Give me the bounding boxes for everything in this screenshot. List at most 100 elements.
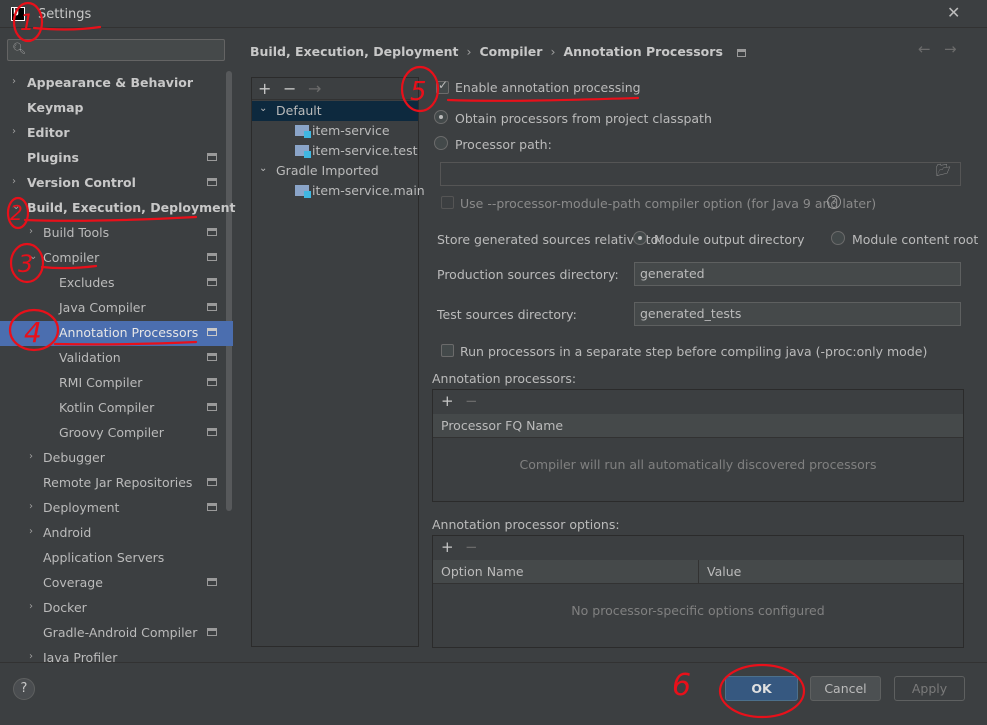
remove-option-button[interactable]: − xyxy=(465,538,478,556)
sidebar-item-docker[interactable]: Docker xyxy=(43,597,87,619)
apply-button[interactable]: Apply xyxy=(894,676,965,701)
chevron-right-icon[interactable]: › xyxy=(29,501,33,512)
add-option-button[interactable]: + xyxy=(441,538,454,556)
processor-path-field[interactable] xyxy=(440,162,961,186)
breadcrumb: Build, Execution, Deployment › Compiler › An… xyxy=(250,44,746,59)
options-empty-message: No processor-specific options configured xyxy=(571,603,825,618)
back-arrow-icon[interactable]: ← xyxy=(918,40,931,58)
sidebar-item-excludes[interactable]: Excludes xyxy=(59,272,114,294)
sidebar-item-deployment[interactable]: Deployment xyxy=(43,497,119,519)
sidebar-item-coverage[interactable]: Coverage xyxy=(43,572,103,594)
help-icon[interactable]: ? xyxy=(827,195,841,209)
chevron-right-icon[interactable]: › xyxy=(29,651,33,662)
chevron-right-icon[interactable]: › xyxy=(12,176,16,187)
project-config-icon xyxy=(207,428,217,436)
sidebar-item-java-compiler[interactable]: Java Compiler xyxy=(59,297,146,319)
close-icon[interactable]: ✕ xyxy=(947,3,960,22)
breadcrumb-separator: › xyxy=(550,44,556,59)
move-profile-button[interactable]: → xyxy=(308,79,321,98)
sidebar-item-android[interactable]: Android xyxy=(43,522,91,544)
remove-profile-button[interactable]: − xyxy=(283,79,296,98)
sidebar-item-debugger[interactable]: Debugger xyxy=(43,447,105,469)
processor-options-table: + − Option Name Value No processor-speci… xyxy=(432,535,964,648)
help-button[interactable]: ? xyxy=(13,678,35,700)
enable-annotation-processing-checkbox[interactable] xyxy=(436,78,449,94)
module-folder-icon xyxy=(295,125,311,138)
processor-module-path-checkbox[interactable] xyxy=(441,196,454,209)
option-value-header[interactable]: Value xyxy=(699,560,963,584)
chevron-down-icon[interactable]: ⌄ xyxy=(259,163,267,174)
cancel-button[interactable]: Cancel xyxy=(810,676,881,701)
sidebar-item-groovy-compiler[interactable]: Groovy Compiler xyxy=(59,422,164,444)
enable-annotation-processing-label: Enable annotation processing xyxy=(455,80,641,95)
module-content-root-radio[interactable] xyxy=(831,231,845,245)
profile-module-item[interactable]: item-service xyxy=(295,121,390,141)
remove-processor-button[interactable]: − xyxy=(465,392,478,410)
obtain-from-classpath-radio[interactable] xyxy=(434,110,448,124)
settings-search-input[interactable]: 🔍︎ xyxy=(7,39,225,61)
sidebar-item-gradle-android-compiler[interactable]: Gradle-Android Compiler xyxy=(43,622,197,644)
chevron-down-icon[interactable]: ⌄ xyxy=(259,103,267,114)
ok-button[interactable]: OK xyxy=(725,676,798,701)
test-sources-input[interactable]: generated_tests xyxy=(634,302,961,326)
production-sources-label: Production sources directory: xyxy=(437,267,619,282)
sidebar-item-compiler[interactable]: Compiler xyxy=(43,247,99,269)
folder-icon[interactable]: 📂︎ xyxy=(936,163,951,177)
options-toolbar: + − xyxy=(433,536,963,560)
profile-module-item[interactable]: item-service.test xyxy=(295,141,418,161)
project-config-icon xyxy=(207,578,217,586)
profile-module-item[interactable]: item-service.main xyxy=(295,181,425,201)
sidebar-item-plugins[interactable]: Plugins xyxy=(27,147,79,169)
sidebar-item-remote-jar-repositories[interactable]: Remote Jar Repositories xyxy=(43,472,192,494)
chevron-right-icon[interactable]: › xyxy=(29,451,33,462)
sidebar-item-annotation-processors[interactable]: Annotation Processors xyxy=(59,322,198,344)
module-content-root-label: Module content root xyxy=(852,232,979,247)
profile-module-label: item-service.test xyxy=(312,143,418,158)
option-name-header[interactable]: Option Name xyxy=(433,560,699,584)
chevron-right-icon[interactable]: › xyxy=(29,226,33,237)
add-processor-button[interactable]: + xyxy=(441,392,454,410)
sidebar-item-keymap[interactable]: Keymap xyxy=(27,97,84,119)
project-config-icon xyxy=(736,48,746,57)
chevron-down-icon[interactable]: ⌄ xyxy=(29,251,37,262)
project-config-icon xyxy=(207,378,217,386)
processors-empty-message: Compiler will run all automatically disc… xyxy=(519,457,877,472)
sidebar-scrollbar[interactable] xyxy=(226,71,232,511)
sidebar-item-build-execution-deployment[interactable]: Build, Execution, Deployment xyxy=(27,197,235,219)
forward-arrow-icon[interactable]: → xyxy=(944,40,957,58)
breadcrumb-part[interactable]: Build, Execution, Deployment xyxy=(250,44,458,59)
project-config-icon xyxy=(207,328,217,336)
sidebar-item-editor[interactable]: Editor xyxy=(27,122,70,144)
sidebar-item-validation[interactable]: Validation xyxy=(59,347,121,369)
breadcrumb-separator: › xyxy=(466,44,472,59)
processor-path-radio[interactable] xyxy=(434,136,448,150)
project-config-icon xyxy=(207,153,217,161)
annotation-processors-table: + − Processor FQ Name Compiler will run … xyxy=(432,389,964,502)
separate-step-checkbox[interactable] xyxy=(441,344,454,357)
sidebar-item-build-tools[interactable]: Build Tools xyxy=(43,222,109,244)
sidebar-item-appearance[interactable]: Appearance & Behavior xyxy=(27,72,193,94)
sidebar-item-version-control[interactable]: Version Control xyxy=(27,172,136,194)
chevron-down-icon[interactable]: ⌄ xyxy=(12,201,20,212)
breadcrumb-part[interactable]: Compiler xyxy=(479,44,542,59)
module-output-directory-radio[interactable] xyxy=(633,231,647,245)
production-sources-input[interactable]: generated xyxy=(634,262,961,286)
chevron-right-icon[interactable]: › xyxy=(29,601,33,612)
processors-toolbar: + − xyxy=(433,390,963,414)
sidebar-item-kotlin-compiler[interactable]: Kotlin Compiler xyxy=(59,397,154,419)
add-profile-button[interactable]: + xyxy=(258,79,271,98)
chevron-right-icon[interactable]: › xyxy=(12,126,16,137)
project-config-icon xyxy=(207,503,217,511)
chevron-right-icon[interactable]: › xyxy=(29,526,33,537)
sidebar-item-rmi-compiler[interactable]: RMI Compiler xyxy=(59,372,142,394)
search-icon: 🔍︎ xyxy=(12,42,26,55)
processor-fq-name-header[interactable]: Processor FQ Name xyxy=(433,414,963,438)
project-config-icon xyxy=(207,403,217,411)
sidebar-item-application-servers[interactable]: Application Servers xyxy=(43,547,164,569)
profile-default[interactable]: Default xyxy=(276,101,322,121)
window-title: Settings xyxy=(38,7,92,22)
project-config-icon xyxy=(207,253,217,261)
project-config-icon xyxy=(207,353,217,361)
chevron-right-icon[interactable]: › xyxy=(12,76,16,87)
profile-gradle-imported[interactable]: Gradle Imported xyxy=(276,161,379,181)
